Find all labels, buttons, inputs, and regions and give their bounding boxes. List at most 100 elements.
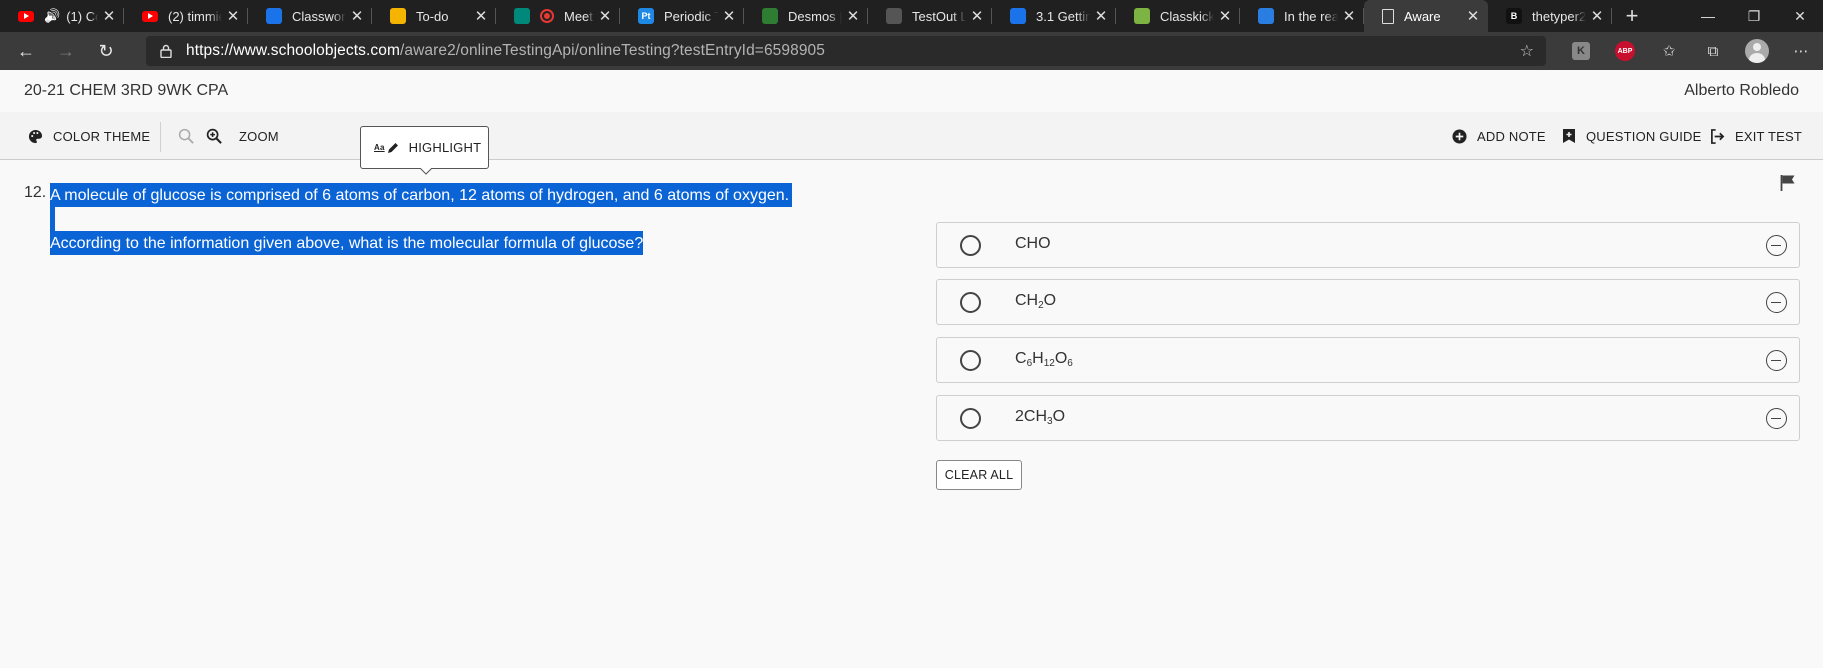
close-tab-icon[interactable]: ✕ xyxy=(470,7,492,25)
radio-button[interactable] xyxy=(960,350,981,371)
close-tab-icon[interactable]: ✕ xyxy=(1462,7,1484,25)
collections-icon[interactable]: ⧉ xyxy=(1691,43,1735,60)
answer-label: CHO xyxy=(1015,235,1051,252)
close-tab-icon[interactable]: ✕ xyxy=(98,7,120,25)
radio-button[interactable] xyxy=(960,408,981,429)
tab-title: TestOut La xyxy=(912,8,966,24)
restore-button[interactable]: ❐ xyxy=(1731,0,1777,32)
tab-title: thetyper21 xyxy=(1532,8,1586,24)
tab-title: Classwork xyxy=(292,8,346,24)
clear-all-button[interactable]: CLEAR ALL xyxy=(936,460,1022,490)
browser-tab-strip: 🔊(1) Co✕(2) timmie✕Classwork✕To-do✕Meet✕… xyxy=(0,0,1823,32)
tab-list: 🔊(1) Co✕(2) timmie✕Classwork✕To-do✕Meet✕… xyxy=(0,0,1612,32)
browser-tab[interactable]: Meet ✕ xyxy=(496,0,620,32)
highlight-label: HIGHLIGHT xyxy=(408,140,482,155)
browser-tab[interactable]: Desmos | S✕ xyxy=(744,0,868,32)
answer-label: 2CH3O xyxy=(1015,408,1066,427)
radio-button[interactable] xyxy=(960,292,981,313)
flag-question-icon[interactable] xyxy=(1780,174,1796,192)
color-theme-label: COLOR THEME xyxy=(53,128,151,144)
close-tab-icon[interactable]: ✕ xyxy=(1214,7,1236,25)
adblock-plus-icon[interactable]: ABP xyxy=(1603,41,1647,61)
test-header: 20-21 CHEM 3RD 9WK CPA Alberto Robledo xyxy=(0,70,1823,112)
tab-title: Periodic Ta xyxy=(664,8,718,24)
browser-tab[interactable]: 🔊 (1) Co✕ xyxy=(0,0,124,32)
forward-button[interactable]: → xyxy=(46,32,86,70)
refresh-button[interactable]: ↻ xyxy=(86,32,126,70)
highlight-button[interactable]: Aa HIGHLIGHT xyxy=(360,126,489,169)
question-guide-button[interactable]: QUESTION GUIDE xyxy=(1562,112,1701,160)
question-stem-line-2[interactable]: According to the information given above… xyxy=(50,231,644,255)
b-icon: B xyxy=(1506,8,1522,24)
browser-tab[interactable]: In the reac✕ xyxy=(1240,0,1364,32)
tab-title: (1) Co xyxy=(66,8,98,24)
new-tab-button[interactable]: + xyxy=(1612,0,1652,32)
close-tab-icon[interactable]: ✕ xyxy=(1586,7,1608,25)
zoom-in-button[interactable]: ZOOM xyxy=(206,112,279,160)
extension-k-icon[interactable]: K xyxy=(1559,42,1603,60)
browser-tab[interactable]: Bthetyper21✕ xyxy=(1488,0,1612,32)
answer-option[interactable]: C6H12O6 xyxy=(936,337,1800,383)
browser-tab[interactable]: Pt Periodic Ta✕ xyxy=(620,0,744,32)
close-tab-icon[interactable]: ✕ xyxy=(1338,7,1360,25)
pen-icon xyxy=(387,142,398,153)
question-stem-line-1[interactable]: A molecule of glucose is comprised of 6 … xyxy=(50,183,793,207)
close-window-button[interactable]: ✕ xyxy=(1777,0,1823,32)
add-favorite-icon[interactable]: ☆ xyxy=(1520,41,1534,61)
selection-gap xyxy=(50,207,55,231)
eliminate-answer-icon[interactable] xyxy=(1766,408,1787,429)
close-tab-icon[interactable]: ✕ xyxy=(966,7,988,25)
question-guide-label: QUESTION GUIDE xyxy=(1586,128,1702,144)
close-tab-icon[interactable]: ✕ xyxy=(222,7,244,25)
url-text[interactable]: https://www.schoolobjects.com/aware2/onl… xyxy=(186,42,825,60)
add-note-icon xyxy=(1452,128,1467,144)
close-tab-icon[interactable]: ✕ xyxy=(346,7,368,25)
profile-avatar[interactable] xyxy=(1735,39,1779,63)
radio-button[interactable] xyxy=(960,235,981,256)
eliminate-answer-icon[interactable] xyxy=(1766,292,1787,313)
favorites-icon[interactable]: ✩ xyxy=(1647,42,1691,60)
back-button[interactable]: ← xyxy=(6,32,46,70)
lock-icon[interactable] xyxy=(160,44,172,58)
add-note-button[interactable]: ADD NOTE xyxy=(1452,112,1546,160)
bing-icon xyxy=(1258,8,1274,24)
browser-tab[interactable]: TestOut La✕ xyxy=(868,0,992,32)
more-menu-icon[interactable]: ⋯ xyxy=(1779,42,1823,60)
close-tab-icon[interactable]: ✕ xyxy=(594,7,616,25)
browser-tab[interactable]: Aware ✕ xyxy=(1364,0,1488,32)
browser-tab[interactable]: To-do ✕ xyxy=(372,0,496,32)
close-tab-icon[interactable]: ✕ xyxy=(718,7,740,25)
exit-test-button[interactable]: EXIT TEST xyxy=(1710,112,1802,160)
answer-label: CH2O xyxy=(1015,292,1057,311)
question-guide-icon xyxy=(1563,129,1575,143)
exit-test-label: EXIT TEST xyxy=(1735,128,1803,144)
browser-tab[interactable]: Classkick ✕ xyxy=(1116,0,1240,32)
close-tab-icon[interactable]: ✕ xyxy=(842,7,864,25)
minimize-button[interactable]: — xyxy=(1685,0,1731,32)
highlight-text-icon: Aa xyxy=(374,143,385,152)
browser-tab[interactable]: (2) timmie ✕ xyxy=(124,0,248,32)
tab-title: Aware xyxy=(1404,8,1441,24)
answer-option[interactable]: 2CH3O xyxy=(936,395,1800,441)
tab-title: Classkick xyxy=(1160,8,1214,24)
zoom-out-button[interactable] xyxy=(178,112,205,160)
answer-option[interactable]: CH2O xyxy=(936,279,1800,325)
classroom-icon xyxy=(390,8,406,24)
question-number: 12. xyxy=(24,184,47,201)
eliminate-answer-icon[interactable] xyxy=(1766,350,1787,371)
browser-tab[interactable]: 3.1 Getting✕ xyxy=(992,0,1116,32)
meet-icon xyxy=(514,8,530,24)
testout-icon xyxy=(886,8,902,24)
classroom-icon xyxy=(266,8,282,24)
toolbar-divider xyxy=(160,122,161,152)
page-icon xyxy=(1382,8,1394,24)
address-bar[interactable]: https://www.schoolobjects.com/aware2/onl… xyxy=(146,36,1546,66)
eliminate-answer-icon[interactable] xyxy=(1766,235,1787,256)
desmos-icon xyxy=(762,8,778,24)
color-theme-button[interactable]: COLOR THEME xyxy=(28,112,150,160)
answer-option[interactable]: CHO xyxy=(936,222,1800,268)
browser-toolbar: ← → ↻ https://www.schoolobjects.com/awar… xyxy=(0,32,1823,70)
close-tab-icon[interactable]: ✕ xyxy=(1090,7,1112,25)
browser-tab[interactable]: Classwork ✕ xyxy=(248,0,372,32)
speaker-icon[interactable]: 🔊 xyxy=(44,8,60,24)
